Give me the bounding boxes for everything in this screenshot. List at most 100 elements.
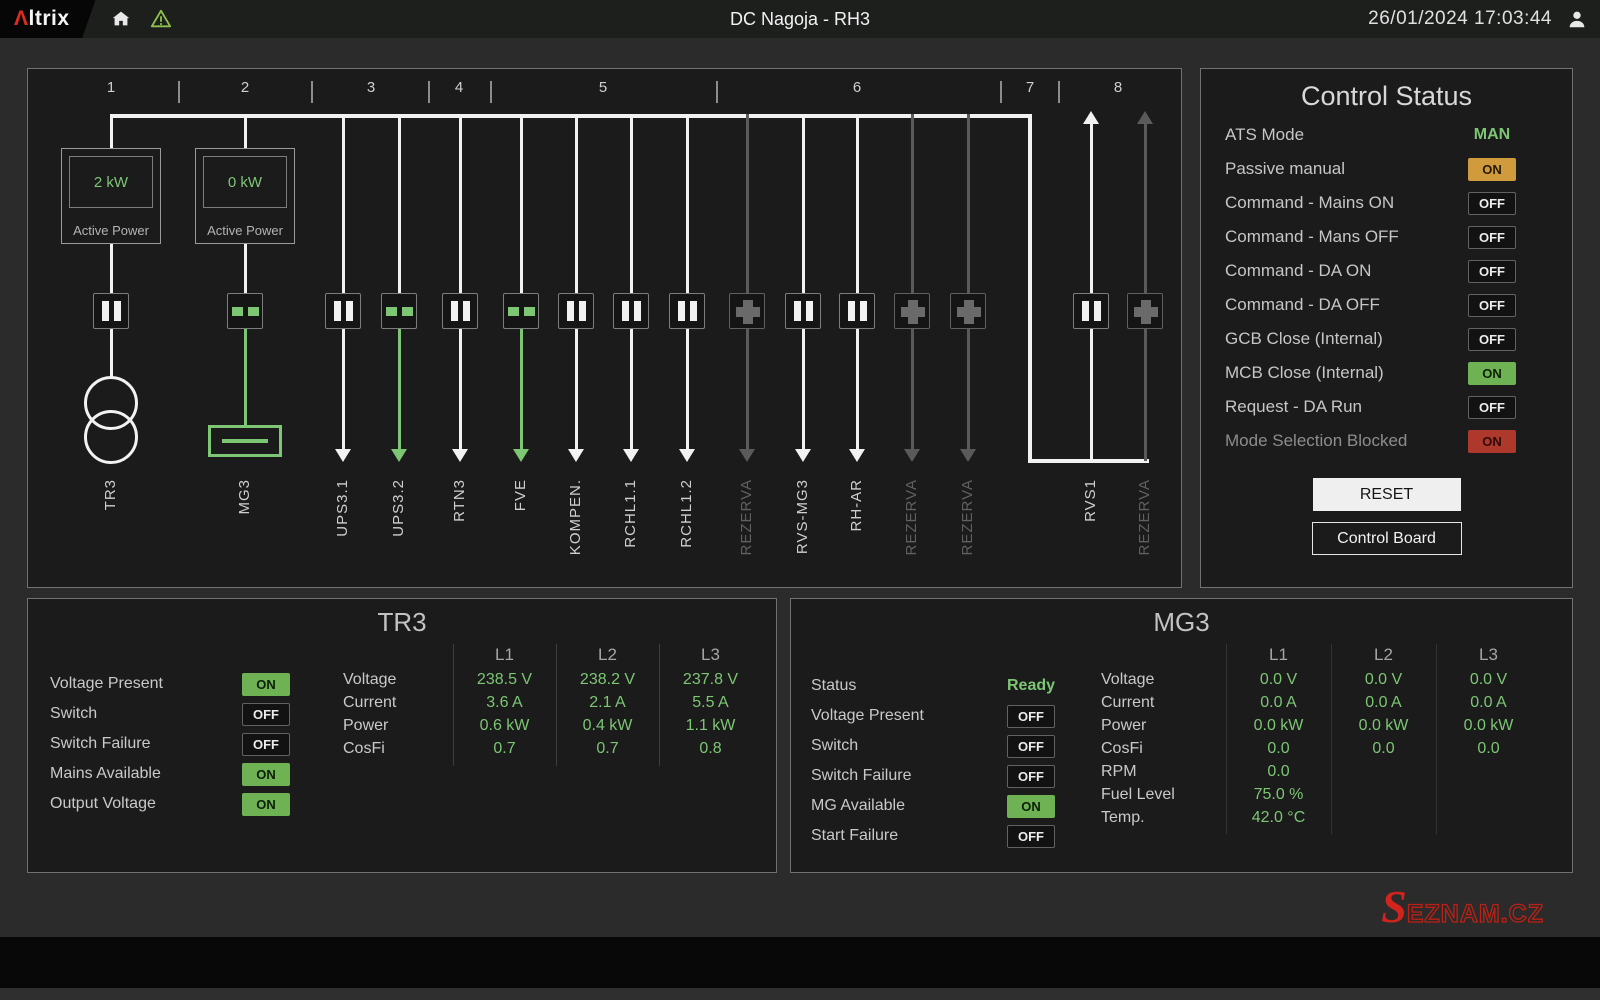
meas-value: 0.8 (659, 740, 762, 763)
status-text-value: Ready (1007, 677, 1055, 695)
feeder-line (398, 329, 401, 450)
topbar-right: 26/01/2024 17:03:44 (1368, 8, 1600, 30)
breaker-bar (402, 307, 413, 316)
meas-col-header: L1 (1226, 641, 1331, 671)
status-value-slot: OFF (1001, 735, 1061, 758)
feeder-label: RCHL1.1 (621, 479, 641, 548)
status-badge: OFF (1468, 226, 1516, 249)
status-value-slot: Ready (1001, 677, 1061, 695)
meas-row-label: Temp. (1101, 809, 1226, 832)
status-badge: ON (242, 673, 290, 696)
table-divider (1226, 644, 1227, 834)
breaker-bar (346, 301, 353, 321)
breaker-rchl1.1-icon[interactable] (613, 293, 649, 329)
meas-value: 238.2 V (556, 671, 659, 694)
topbar-icons (110, 8, 172, 30)
meas-value (1436, 763, 1541, 786)
status-value-slot: ON (236, 763, 296, 786)
breaker-bar (334, 301, 341, 321)
flow-arrow-down-icon (960, 449, 976, 462)
meas-value (1331, 786, 1436, 809)
reserve-cross-icon (736, 307, 760, 317)
control-row: Command - Mains ONOFF (1201, 186, 1572, 220)
flow-arrow-down-icon (623, 449, 639, 462)
feeder-line (520, 329, 523, 450)
status-badge: ON (242, 793, 290, 816)
status-badge: ON (1007, 795, 1055, 818)
breaker-ups3.2-icon[interactable] (381, 293, 417, 329)
meas-value: 0.0 (1226, 763, 1331, 786)
breaker-rvs-mg3-icon[interactable] (785, 293, 821, 329)
status-row: Output VoltageON (50, 789, 296, 819)
feeder-line (686, 114, 689, 293)
mg3-measurements-table: L1L2L3Voltage0.0 V0.0 V0.0 VCurrent0.0 A… (1101, 641, 1541, 832)
meas-value (1436, 809, 1541, 832)
reset-button[interactable]: RESET (1313, 478, 1461, 511)
control-row: ATS ModeMAN (1201, 118, 1572, 152)
control-row-label: Passive manual (1225, 159, 1468, 179)
status-row: Switch FailureOFF (811, 761, 1061, 791)
breaker-bar (860, 301, 867, 321)
breaker-rezerva-icon[interactable] (894, 293, 930, 329)
feeder-label: RVS1 (1081, 479, 1101, 522)
breaker-kompen.-icon[interactable] (558, 293, 594, 329)
breaker-rchl1.2-icon[interactable] (669, 293, 705, 329)
status-value-slot: ON (236, 673, 296, 696)
table-divider (556, 644, 557, 766)
status-badge: ON (242, 763, 290, 786)
meas-value: 0.0 kW (1436, 717, 1541, 740)
breaker-rezerva-icon[interactable] (729, 293, 765, 329)
status-badge: OFF (242, 703, 290, 726)
breaker-bar (508, 307, 519, 316)
breaker-rh-ar-icon[interactable] (839, 293, 875, 329)
status-row: SwitchOFF (50, 699, 296, 729)
generator-bar (222, 439, 268, 443)
feeder-label: TR3 (101, 479, 121, 510)
feeder-line (802, 114, 805, 293)
breaker-tr3-icon[interactable] (93, 293, 129, 329)
feeder-line (459, 329, 462, 450)
breaker-rezerva-icon[interactable] (1127, 293, 1163, 329)
breaker-fve-icon[interactable] (503, 293, 539, 329)
status-row: Start FailureOFF (811, 821, 1061, 851)
status-row: Mains AvailableON (50, 759, 296, 789)
feeder-line (342, 114, 345, 293)
user-icon[interactable] (1566, 8, 1588, 30)
meas-col-header: L2 (556, 641, 659, 671)
home-icon[interactable] (110, 8, 132, 30)
meas-row-label: Power (343, 717, 453, 740)
meas-row-label: Fuel Level (1101, 786, 1226, 809)
breaker-bar (678, 301, 685, 321)
breaker-mg3-icon[interactable] (227, 293, 263, 329)
table-divider (453, 644, 454, 766)
status-badge: OFF (242, 733, 290, 756)
status-label: MG Available (811, 797, 1001, 815)
meas-value (1331, 809, 1436, 832)
feeder-line (459, 114, 462, 293)
feeder-line (686, 329, 689, 450)
status-badge: OFF (1468, 328, 1516, 351)
meas-row-label: Current (1101, 694, 1226, 717)
breaker-bar (114, 301, 121, 321)
feeder-line (1090, 124, 1093, 293)
breaker-rvs1-icon[interactable] (1073, 293, 1109, 329)
feeder-line (575, 114, 578, 293)
datetime: 26/01/2024 17:03:44 (1368, 8, 1552, 30)
tr3-measurements-table: L1L2L3Voltage238.5 V238.2 V237.8 VCurren… (343, 641, 762, 763)
feeder-label: REZERVA (958, 479, 978, 555)
breaker-rezerva-icon[interactable] (950, 293, 986, 329)
breaker-bar (248, 307, 259, 316)
flow-arrow-down-icon (452, 449, 468, 462)
status-badge: OFF (1007, 825, 1055, 848)
meas-value: 0.0 A (1436, 694, 1541, 717)
feeder-label: KOMPEN. (566, 479, 586, 555)
breaker-rtn3-icon[interactable] (442, 293, 478, 329)
control-board-button[interactable]: Control Board (1312, 522, 1462, 555)
control-row-label: MCB Close (Internal) (1225, 363, 1468, 383)
meas-value: 0.0 (1331, 740, 1436, 763)
meas-row-label: Current (343, 694, 453, 717)
alarm-warning-icon[interactable] (150, 8, 172, 30)
section-number: 3 (359, 79, 383, 96)
breaker-ups3.1-icon[interactable] (325, 293, 361, 329)
flow-arrow-down-icon (679, 449, 695, 462)
